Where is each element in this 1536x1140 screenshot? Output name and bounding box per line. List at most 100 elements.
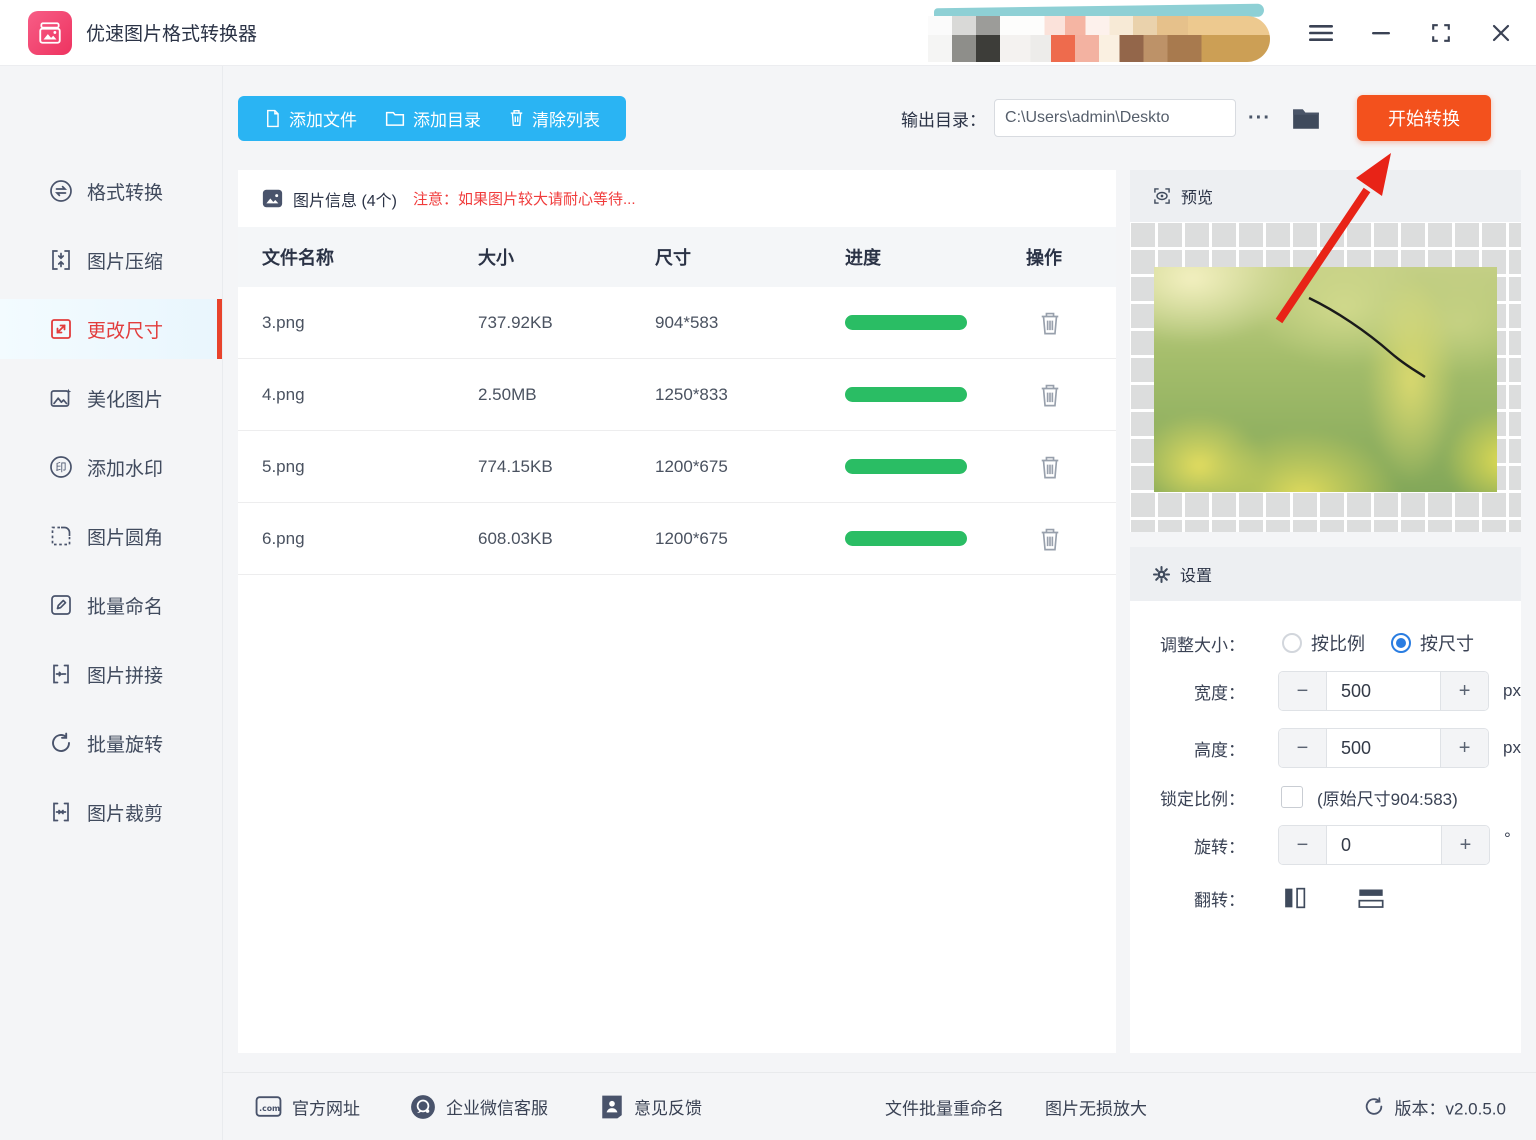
sidebar-item-resize[interactable]: 更改尺寸 xyxy=(0,299,222,359)
table-row[interactable]: 5.png 774.15KB 1200*675 xyxy=(238,431,1116,503)
sidebar-item-batch-rename[interactable]: 批量命名 xyxy=(0,575,222,635)
add-file-button[interactable]: 添加文件 xyxy=(250,96,371,141)
lossless-enlarge-label: 图片无损放大 xyxy=(1045,1099,1147,1118)
lock-ratio-checkbox[interactable] xyxy=(1281,786,1303,808)
resize-mode-label: 调整大小： xyxy=(1160,635,1245,655)
radio-by-size[interactable]: 按尺寸 xyxy=(1391,630,1474,656)
feedback-icon xyxy=(602,1095,622,1118)
open-folder-icon[interactable] xyxy=(1291,105,1321,131)
official-website-link[interactable]: .com 官方网址 xyxy=(255,1094,360,1119)
close-icon[interactable] xyxy=(1488,20,1514,46)
table-row[interactable]: 6.png 608.03KB 1200*675 xyxy=(238,503,1116,575)
height-label: 高度： xyxy=(1194,740,1245,760)
delete-row-icon[interactable] xyxy=(1038,526,1062,552)
cell-dimensions: 1250*833 xyxy=(655,384,728,404)
preview-title: 预览 xyxy=(1181,190,1214,207)
flip-row: 翻转： xyxy=(1152,879,1521,917)
settings-body: 调整大小： 按比例 按尺寸 宽度： − 500 + px 高度： − 500 +… xyxy=(1130,623,1521,917)
rotate-row: 旋转： − 0 + ° xyxy=(1152,825,1521,865)
flip-vertical-icon[interactable] xyxy=(1354,885,1388,911)
sidebar-item-label: 美化图片 xyxy=(87,389,164,411)
sidebar-item-label: 图片圆角 xyxy=(87,527,164,549)
version-info[interactable]: 版本：v2.0.5.0 xyxy=(1363,1094,1506,1119)
progress-bar xyxy=(845,459,967,474)
original-size-hint: (原始尺寸904:583) xyxy=(1317,789,1458,809)
sidebar-item-label: 更改尺寸 xyxy=(87,320,164,342)
sidebar-item-batch-rotate[interactable]: 批量旋转 xyxy=(0,713,222,773)
sidebar-item-watermark[interactable]: 印 添加水印 xyxy=(0,437,222,497)
app-logo-icon xyxy=(28,10,72,55)
delete-row-icon[interactable] xyxy=(1038,382,1062,408)
height-row: 高度： − 500 + px xyxy=(1152,728,1521,768)
cell-dimensions: 904*583 xyxy=(655,312,719,332)
lossless-enlarge-link[interactable]: 图片无损放大 xyxy=(1045,1094,1147,1119)
clear-list-label: 清除列表 xyxy=(532,110,600,130)
sidebar-item-stitch[interactable]: 图片拼接 xyxy=(0,644,222,704)
height-value[interactable]: 500 xyxy=(1327,729,1440,767)
clear-list-button[interactable]: 清除列表 xyxy=(495,96,614,141)
wechat-service-link[interactable]: 企业微信客服 xyxy=(410,1094,548,1120)
width-decrement-button[interactable]: − xyxy=(1279,672,1327,710)
progress-bar xyxy=(845,531,967,546)
add-directory-button[interactable]: 添加目录 xyxy=(371,96,495,141)
rotate-increment-button[interactable]: + xyxy=(1441,826,1489,864)
stitch-icon xyxy=(48,661,74,687)
delete-row-icon[interactable] xyxy=(1038,454,1062,480)
settings-title: 设置 xyxy=(1180,568,1213,585)
menu-icon[interactable] xyxy=(1308,20,1334,46)
maximize-icon[interactable] xyxy=(1428,20,1454,46)
format-convert-icon xyxy=(48,178,74,204)
radio-by-ratio[interactable]: 按比例 xyxy=(1282,630,1365,656)
cell-filename: 3.png xyxy=(262,312,305,332)
image-info-icon xyxy=(262,189,283,208)
cell-filename: 5.png xyxy=(262,456,305,476)
rotate-icon xyxy=(48,730,74,756)
col-size: 大小 xyxy=(478,248,514,268)
minimize-icon[interactable] xyxy=(1368,20,1394,46)
height-stepper: − 500 + xyxy=(1278,728,1490,768)
browse-more-button[interactable]: ··· xyxy=(1248,107,1271,130)
preview-header: 预览 xyxy=(1130,170,1521,222)
app-window: 优速图片格式转换器 格式转换 图片压缩 更改尺寸 美化图片 印 添加水印 图片圆… xyxy=(0,0,1536,1140)
rotate-unit: ° xyxy=(1504,829,1511,848)
add-file-icon xyxy=(267,109,279,127)
rotate-value[interactable]: 0 xyxy=(1327,826,1441,864)
progress-bar xyxy=(845,387,967,402)
rotate-decrement-button[interactable]: − xyxy=(1279,826,1327,864)
delete-row-icon[interactable] xyxy=(1038,310,1062,336)
width-unit: px xyxy=(1503,681,1521,700)
settings-header: 设置 xyxy=(1130,547,1521,601)
rename-icon xyxy=(48,592,74,618)
cell-size: 774.15KB xyxy=(478,456,553,476)
sidebar-item-rounded-corner[interactable]: 图片圆角 xyxy=(0,506,222,566)
sidebar-item-format-convert[interactable]: 格式转换 xyxy=(0,161,222,221)
resize-icon xyxy=(48,316,74,342)
radio-by-ratio-circle[interactable] xyxy=(1282,633,1302,653)
height-decrement-button[interactable]: − xyxy=(1279,729,1327,767)
image-info-strip: 图片信息 (4个) 注意：如果图片较大请耐心等待... xyxy=(238,170,1116,227)
output-directory-input[interactable] xyxy=(994,99,1237,137)
blurred-banner xyxy=(928,3,1270,62)
sidebar-item-beautify[interactable]: 美化图片 xyxy=(0,368,222,428)
official-website-label: 官方网址 xyxy=(292,1099,360,1118)
radio-by-size-circle[interactable] xyxy=(1391,633,1411,653)
wechat-service-icon xyxy=(411,1094,435,1119)
col-filename: 文件名称 xyxy=(262,248,334,268)
width-value[interactable]: 500 xyxy=(1327,672,1440,710)
sidebar-item-compress[interactable]: 图片压缩 xyxy=(0,230,222,290)
sidebar-item-crop[interactable]: 图片裁剪 xyxy=(0,782,222,842)
height-increment-button[interactable]: + xyxy=(1440,729,1489,767)
flip-horizontal-icon[interactable] xyxy=(1281,883,1308,913)
table-row[interactable]: 3.png 737.92KB 904*583 xyxy=(238,287,1116,359)
cell-dimensions: 1200*675 xyxy=(655,456,728,476)
width-stepper: − 500 + xyxy=(1278,671,1490,711)
app-title: 优速图片格式转换器 xyxy=(86,24,258,45)
batch-rename-link[interactable]: 文件批量重命名 xyxy=(885,1094,1004,1119)
width-increment-button[interactable]: + xyxy=(1440,672,1489,710)
titlebar: 优速图片格式转换器 xyxy=(0,0,1536,66)
table-row[interactable]: 4.png 2.50MB 1250*833 xyxy=(238,359,1116,431)
preview-card: 预览 xyxy=(1130,170,1521,532)
start-convert-button[interactable]: 开始转换 xyxy=(1357,95,1491,141)
right-panel: 预览 设置 调整大小： 按比例 按尺寸 宽度： − 500 + px 高度： −… xyxy=(1130,170,1521,1053)
feedback-link[interactable]: 意见反馈 xyxy=(600,1094,702,1120)
